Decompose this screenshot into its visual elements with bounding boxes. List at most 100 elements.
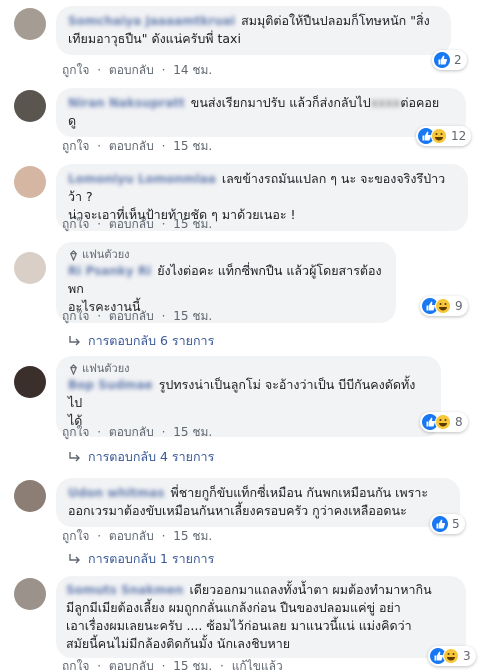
like-reaction-icon [432, 516, 448, 532]
separator: · [161, 425, 166, 439]
reaction-summary[interactable]: 12 [416, 126, 472, 146]
separator: · [97, 309, 102, 323]
separator: · [97, 425, 102, 439]
like-link[interactable]: ถูกใจ [62, 63, 89, 77]
comment-author[interactable]: Udon whitmas [68, 484, 165, 502]
comment-text: มีลูกมีเมียต้องเลี้ยง ผมถูกกลั่นแกล้งก่อ… [66, 600, 401, 615]
reaction-summary[interactable]: 9 [420, 296, 468, 316]
separator: · [161, 63, 166, 77]
view-replies-link[interactable]: การตอบกลับ 1 รายการ [68, 550, 214, 568]
avatar[interactable] [14, 90, 46, 122]
avatar[interactable] [14, 166, 46, 198]
comment-text: สมมุติต่อให้ปืนปลอมก็โทษหนัก "สิ่ง [241, 13, 430, 28]
comment-text: ขนส่งเรียกมาปรับ แล้วก็ส่งกลับไป [190, 95, 371, 110]
like-link[interactable]: ถูกใจ [62, 659, 89, 670]
timestamp[interactable]: 15 ชม. [173, 425, 212, 439]
reaction-summary[interactable]: 3 [428, 646, 476, 666]
top-fan-badge: แฟนตัวยง [68, 362, 429, 376]
comment-text: พี่ชายกูก็ขับแท็กซี่เหมือน กันพกเหมือนกั… [170, 485, 429, 500]
reaction-count: 12 [451, 129, 467, 143]
comment-text: สมัยนี้คนไม่มีกล้องติดกันมั้ง นักเลงชิบห… [66, 636, 291, 651]
reply-arrow-icon [69, 452, 80, 462]
reaction-count: 5 [452, 517, 460, 531]
reaction-summary[interactable]: 2 [432, 50, 467, 70]
comment-text: เอาเรื่องผมเลยนะครับ .... ซ้อมไว้ก่อนเลย… [66, 618, 412, 633]
separator: · [220, 659, 224, 670]
like-link[interactable]: ถูกใจ [62, 139, 89, 153]
separator: · [161, 659, 166, 670]
reaction-count: 9 [455, 299, 463, 313]
like-link[interactable]: ถูกใจ [62, 309, 89, 323]
comment-author[interactable]: Somuts Snakmen [66, 581, 183, 599]
separator: · [161, 139, 166, 153]
like-link[interactable]: ถูกใจ [62, 425, 89, 439]
reply-link[interactable]: ตอบกลับ [109, 309, 154, 323]
comment-bubble: Somuts Snakmen เดียวออกมาแถลงทั้งน้ำตา ผม… [56, 576, 466, 658]
timestamp[interactable]: 15 ชม. [173, 139, 212, 153]
timestamp[interactable]: 15 ชม. [173, 309, 212, 323]
reply-arrow-icon [69, 336, 80, 346]
comment-meta: ถูกใจ · ตอบกลับ · 14 ชม. [62, 62, 216, 78]
view-replies-link[interactable]: การตอบกลับ 6 รายการ [68, 332, 214, 350]
reaction-count: 2 [454, 53, 462, 67]
comment-meta: ถูกใจ · ตอบกลับ · 15 ชม. · แก้ไขแล้ว [62, 658, 287, 670]
view-replies-label[interactable]: การตอบกลับ 4 รายการ [88, 448, 214, 466]
timestamp[interactable]: 15 ชม. [173, 217, 212, 231]
reply-link[interactable]: ตอบกลับ [109, 217, 154, 231]
reaction-summary[interactable]: 5 [430, 514, 465, 534]
top-fan-label: แฟนตัวยง [82, 362, 130, 375]
comment-text: ดู [68, 113, 77, 128]
separator: · [161, 529, 166, 543]
comment-author[interactable]: Lomoniyu Lomonmlaa [68, 170, 216, 188]
like-link[interactable]: ถูกใจ [62, 217, 89, 231]
haha-reaction-icon [435, 414, 451, 430]
reaction-count: 3 [463, 649, 471, 663]
separator: · [161, 217, 166, 231]
view-replies-label[interactable]: การตอบกลับ 6 รายการ [88, 332, 214, 350]
avatar[interactable] [14, 252, 46, 284]
view-replies-link[interactable]: การตอบกลับ 4 รายการ [68, 448, 214, 466]
avatar[interactable] [14, 366, 46, 398]
reply-link[interactable]: ตอบกลับ [109, 529, 154, 543]
comment-bubble: Somchaiya Jaaaamtkruai สมมุติต่อให้ปืนปลอ… [56, 6, 451, 55]
top-fan-icon [70, 249, 77, 261]
top-fan-icon [70, 363, 77, 375]
reaction-summary[interactable]: 8 [420, 412, 468, 432]
comment-meta: ถูกใจ · ตอบกลับ · 15 ชม. [62, 138, 216, 154]
comment-meta: ถูกใจ · ตอบกลับ · 15 ชม. [62, 528, 216, 544]
timestamp[interactable]: 15 ชม. [173, 659, 212, 670]
edited-label[interactable]: แก้ไขแล้ว [232, 659, 283, 670]
reply-arrow-icon [69, 554, 80, 564]
reply-link[interactable]: ตอบกลับ [109, 63, 154, 77]
avatar[interactable] [14, 578, 46, 610]
like-reaction-icon [434, 52, 450, 68]
comment-text: เดียวออกมาแถลงทั้งน้ำตา ผมต้องทำมาหากิน [189, 582, 432, 597]
separator: · [97, 217, 102, 231]
comment-author[interactable]: Somchaiya Jaaaamtkruai [68, 12, 235, 30]
timestamp[interactable]: 14 ชม. [173, 63, 212, 77]
timestamp[interactable]: 15 ชม. [173, 529, 212, 543]
comment-bubble: Niran Naksupratt ขนส่งเรียกมาปรับ แล้วก็ส… [56, 88, 466, 137]
top-fan-label: แฟนตัวยง [82, 248, 130, 261]
separator: · [97, 659, 102, 670]
separator: · [97, 529, 102, 543]
comment-author[interactable]: Ri Psanky Ri [68, 262, 151, 280]
comment-text: ออกเวรมาต้องขับเหมือนกันหาเลี้ยงครอบครัว… [68, 503, 407, 518]
reaction-count: 8 [455, 415, 463, 429]
separator: · [161, 309, 166, 323]
view-replies-label[interactable]: การตอบกลับ 1 รายการ [88, 550, 214, 568]
top-fan-badge: แฟนตัวยง [68, 248, 384, 262]
comment-author[interactable]: Niran Naksupratt [68, 94, 185, 112]
separator: · [97, 139, 102, 153]
reply-link[interactable]: ตอบกลับ [109, 659, 154, 670]
comment-meta: ถูกใจ · ตอบกลับ · 15 ชม. [62, 308, 216, 324]
haha-reaction-icon [431, 128, 447, 144]
like-link[interactable]: ถูกใจ [62, 529, 89, 543]
avatar[interactable] [14, 8, 46, 40]
comment-author[interactable]: Bop Sudmae [68, 376, 153, 394]
avatar[interactable] [14, 480, 46, 512]
reply-link[interactable]: ตอบกลับ [109, 139, 154, 153]
haha-reaction-icon [435, 298, 451, 314]
separator: · [97, 63, 102, 77]
reply-link[interactable]: ตอบกลับ [109, 425, 154, 439]
